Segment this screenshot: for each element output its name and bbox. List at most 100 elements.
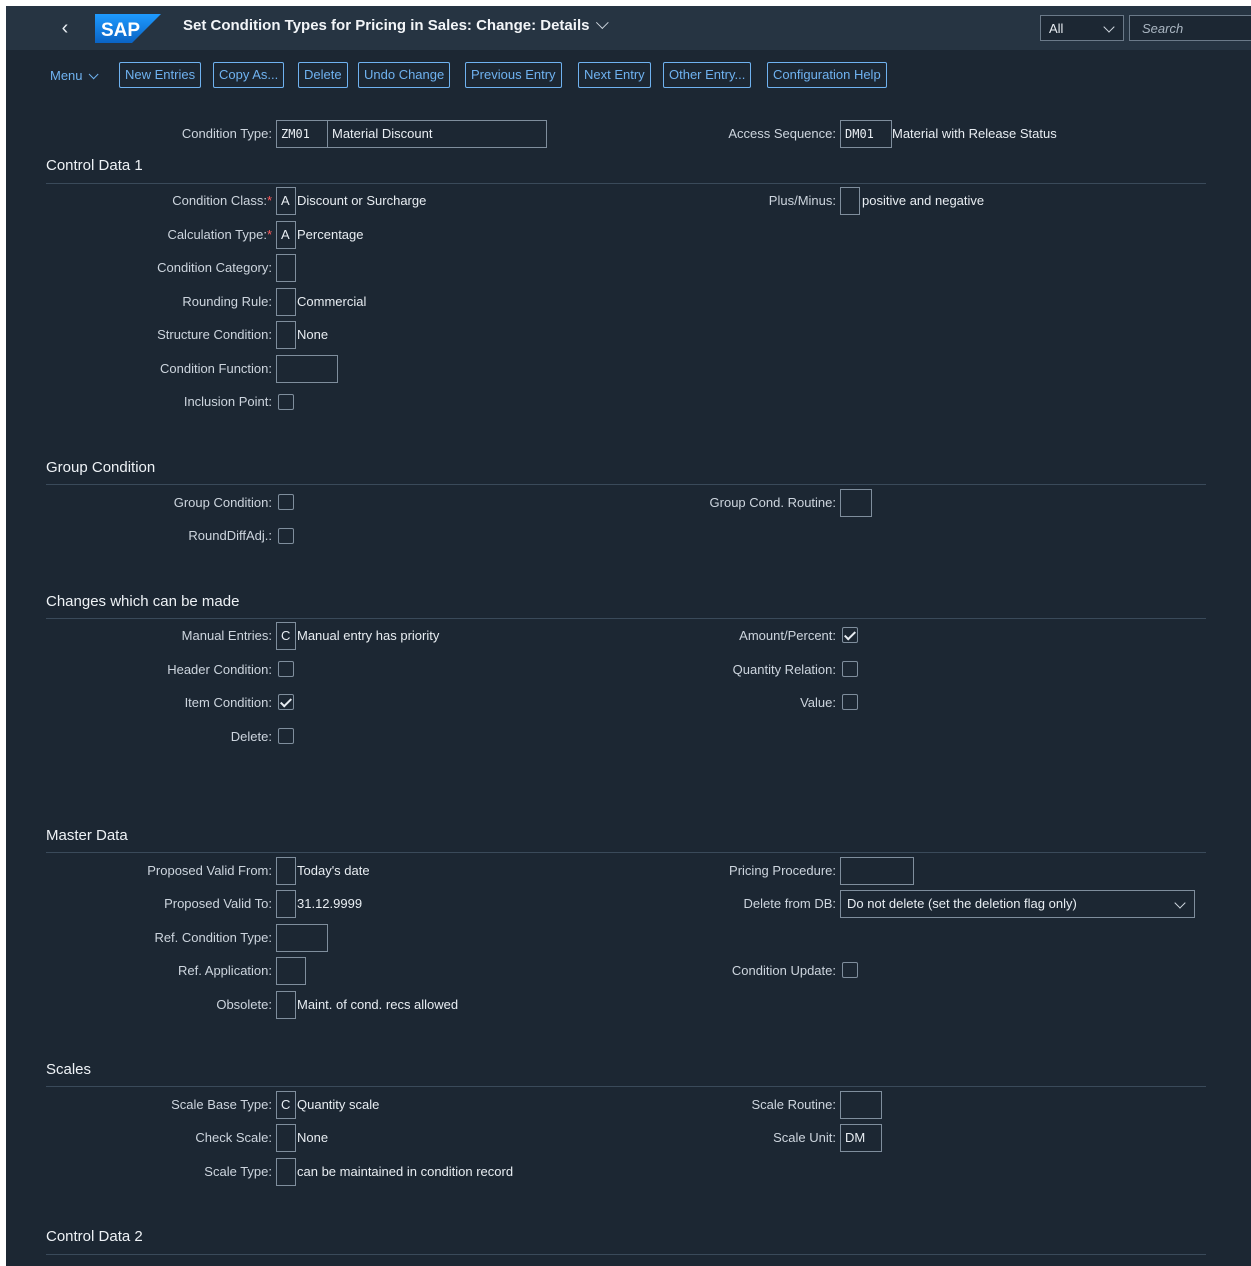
condition-category-label: Condition Category: [157,260,272,275]
scale-unit-label: Scale Unit: [773,1130,836,1145]
inclusion-point-checkbox[interactable] [278,394,294,410]
obsolete-field[interactable] [276,991,296,1019]
access-sequence-field[interactable]: DM01 [840,120,892,148]
group-cond-routine-label: Group Cond. Routine: [709,495,836,510]
condition-class-description: Discount or Surcharge [297,193,427,208]
section-divider [46,183,1206,184]
shell-bar: ‹ SAP Set Condition Types for Pricing in… [6,6,1251,50]
app-window: ‹ SAP Set Condition Types for Pricing in… [6,6,1251,1266]
chevron-down-icon [596,16,610,30]
header-condition-checkbox[interactable] [278,661,294,677]
required-indicator: * [266,227,272,242]
scale-routine-label: Scale Routine: [751,1097,836,1112]
menu-button[interactable]: Menu [50,68,99,83]
ref-condition-type-field[interactable] [276,924,328,952]
new-entries-button[interactable]: New Entries [119,62,202,88]
plus-minus-field[interactable] [840,187,860,215]
manual-entries-field[interactable]: C [276,622,296,650]
configuration-help-button[interactable]: Configuration Help [767,62,887,88]
plus-minus-label: Plus/Minus: [768,193,836,208]
item-condition-checkbox[interactable] [278,694,294,710]
svg-text:SAP: SAP [101,20,140,41]
pricing-procedure-field[interactable] [840,857,914,885]
access-sequence-label: Access Sequence: [728,126,836,141]
proposed-valid-from-description: Today's date [297,863,370,878]
scale-type-description: can be maintained in condition record [297,1164,514,1179]
check-scale-field[interactable] [276,1124,296,1152]
section-title-control-data-2: Control Data 2 [46,1228,143,1245]
amount-percent-checkbox[interactable] [842,627,858,643]
previous-entry-button[interactable]: Previous Entry [465,62,562,88]
search-scope-select[interactable]: All [1040,15,1124,41]
scale-base-type-label: Scale Base Type: [171,1097,272,1112]
calculation-type-field[interactable]: A [276,221,296,249]
condition-category-field[interactable] [276,254,296,282]
section-divider [46,1254,1206,1255]
delete-from-db-select[interactable]: Do not delete (set the deletion flag onl… [840,890,1195,918]
condition-class-field[interactable]: A [276,187,296,215]
amount-percent-label: Amount/Percent: [739,628,836,643]
rounding-rule-label: Rounding Rule: [182,294,272,309]
scale-base-type-field[interactable]: C [276,1091,296,1119]
toolbar: Menu New Entries Copy As... Delete Undo … [6,62,1251,90]
delete-from-db-label: Delete from DB: [743,896,836,911]
rounding-rule-description: Commercial [297,294,367,309]
condition-type-description: Material Discount [327,120,547,148]
item-condition-label: Item Condition: [184,695,272,710]
condition-update-checkbox[interactable] [842,962,858,978]
ref-application-label: Ref. Application: [178,963,272,978]
scale-type-field[interactable] [276,1158,296,1186]
section-title-control-data-1: Control Data 1 [46,157,143,174]
section-title-master-data: Master Data [46,827,128,844]
delete-checkbox[interactable] [278,728,294,744]
page-title[interactable]: Set Condition Types for Pricing in Sales… [183,16,610,34]
group-condition-checkbox[interactable] [278,494,294,510]
group-cond-routine-field[interactable] [840,489,872,517]
chevron-down-icon [1174,897,1186,909]
round-diff-adj-label: RoundDiffAdj.: [188,528,272,543]
quantity-relation-label: Quantity Relation: [732,662,836,677]
inclusion-point-label: Inclusion Point: [183,394,272,409]
undo-change-button[interactable]: Undo Change [358,62,451,88]
condition-type-field[interactable]: ZM01 [276,120,328,148]
other-entry-button[interactable]: Other Entry... [663,62,752,88]
scale-base-type-description: Quantity scale [297,1097,380,1112]
copy-as-button[interactable]: Copy As... [213,62,285,88]
chevron-down-icon [1103,21,1115,33]
rounding-rule-field[interactable] [276,288,296,316]
condition-function-label: Condition Function: [159,361,272,376]
scale-unit-field[interactable]: DM [840,1124,882,1152]
sap-logo[interactable]: SAP [95,14,161,43]
quantity-relation-checkbox[interactable] [842,661,858,677]
structure-condition-description: None [297,327,329,342]
section-divider [46,1086,1206,1087]
header-condition-label: Header Condition: [167,662,272,677]
delete-button[interactable]: Delete [298,62,348,88]
structure-condition-field[interactable] [276,321,296,349]
structure-condition-label: Structure Condition: [157,327,272,342]
section-divider [46,852,1206,853]
section-divider [46,618,1206,619]
section-title-scales: Scales [46,1061,92,1078]
section-divider [46,484,1206,485]
condition-function-field[interactable] [276,355,338,383]
section-title-group-condition: Group Condition [46,459,156,476]
scale-type-label: Scale Type: [204,1164,272,1179]
condition-class-label: Condition Class:* [172,193,272,208]
section-title-changes: Changes which can be made [46,593,240,610]
proposed-valid-to-label: Proposed Valid To: [164,896,272,911]
proposed-valid-from-field[interactable] [276,857,296,885]
search-input[interactable]: Search [1129,15,1251,41]
obsolete-label: Obsolete: [216,997,272,1012]
check-scale-description: None [297,1130,329,1145]
round-diff-adj-checkbox[interactable] [278,528,294,544]
plus-minus-description: positive and negative [862,193,985,208]
ref-condition-type-label: Ref. Condition Type: [154,930,272,945]
value-label: Value: [800,695,836,710]
proposed-valid-to-field[interactable] [276,890,296,918]
scale-routine-field[interactable] [840,1091,882,1119]
next-entry-button[interactable]: Next Entry [578,62,651,88]
back-icon[interactable]: ‹ [54,16,76,40]
ref-application-field[interactable] [276,957,306,985]
value-checkbox[interactable] [842,694,858,710]
